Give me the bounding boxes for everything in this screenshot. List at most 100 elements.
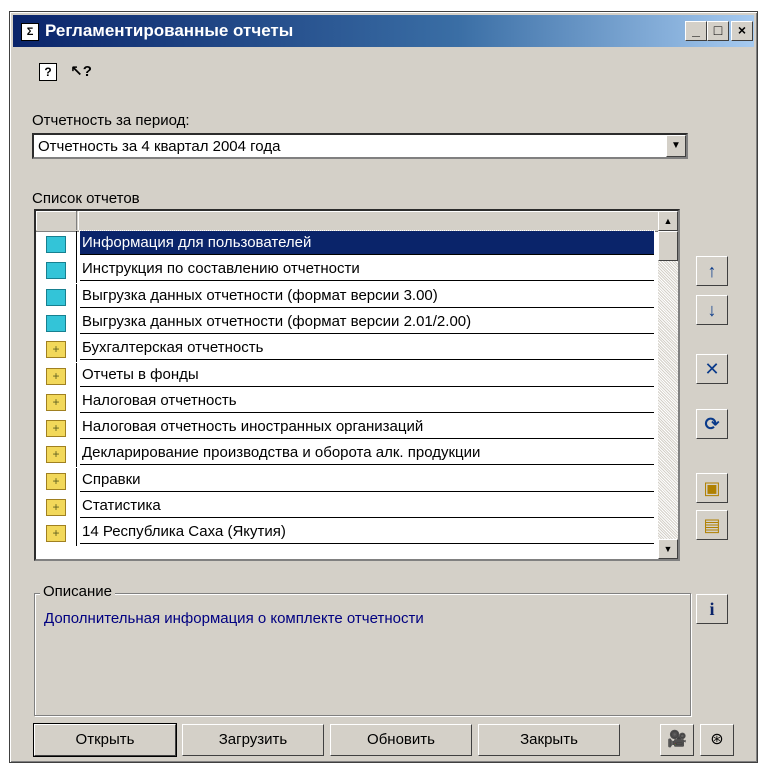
list-item[interactable]: Информация для пользователей [36, 230, 658, 257]
reports-list[interactable]: Информация для пользователей Инструкция п… [34, 209, 680, 561]
camera-icon: 🎥 [667, 731, 687, 748]
video-button[interactable]: 🎥 [660, 724, 694, 756]
list-item[interactable]: + Налоговая отчетность [36, 388, 658, 415]
color-wheel-icon: ⊛ [710, 731, 724, 748]
folder-icon [46, 314, 66, 332]
list-item[interactable]: + Статистика [36, 494, 658, 520]
list-item-label: Справки [80, 468, 654, 492]
list-item[interactable]: Выгрузка данных отчетности (формат верси… [36, 309, 658, 336]
column-divider [76, 309, 77, 336]
load-button-label: Загрузить [218, 731, 288, 748]
list-item[interactable]: +14 Республика Саха (Якутия) [36, 520, 658, 547]
list-item[interactable]: + Справки [36, 467, 658, 494]
load-button[interactable]: Загрузить [182, 724, 324, 756]
column-divider [76, 415, 77, 442]
column-divider [76, 388, 77, 415]
description-legend: Описание [40, 583, 116, 600]
move-up-button[interactable]: ↑ [696, 256, 728, 286]
list-item-label: Информация для пользователей [79, 230, 655, 256]
folder-expand-icon: + [46, 499, 66, 516]
list-item-label: Выгрузка данных отчетности (формат верси… [80, 284, 654, 308]
list-item-label: Декларирование производства и оборота ал… [80, 441, 654, 466]
folder-expand-icon: + [46, 525, 66, 543]
folder-icon [46, 288, 66, 306]
close-button-label: Закрыть [520, 731, 578, 748]
list-header [36, 211, 658, 232]
list-item[interactable]: Выгрузка данных отчетности (формат верси… [36, 283, 658, 310]
whats-this-button[interactable]: ↖? [66, 60, 96, 84]
info-icon: i [709, 599, 715, 619]
refresh-button-label: Обновить [367, 731, 435, 748]
list-item-label: Отчеты в фонды [80, 363, 654, 387]
window-title: Регламентированные отчеты [45, 21, 294, 40]
folder-icon [46, 262, 66, 280]
column-divider [76, 231, 77, 257]
import-button[interactable]: ▣ [696, 473, 728, 503]
list-item-label: Бухгалтерская отчетность [80, 336, 654, 361]
list-item[interactable]: + Налоговая отчетность иностранных органи… [36, 415, 658, 442]
title-bar[interactable]: Σ Регламентированные отчеты _ □ × [13, 15, 754, 47]
close-window-button[interactable]: × [731, 21, 753, 41]
report-icon: Σ [21, 23, 39, 41]
list-item-label: Статистика [80, 494, 654, 518]
folder-expand-icon: + [46, 472, 66, 490]
export-document-icon: ▤ [703, 515, 721, 535]
import-document-icon: ▣ [703, 478, 721, 498]
close-button[interactable]: Закрыть [478, 724, 620, 756]
folder-expand-icon: + [46, 420, 66, 438]
close-icon: × [737, 22, 747, 38]
folder-icon [46, 236, 66, 253]
help-button[interactable]: ? [36, 60, 60, 84]
delete-button[interactable]: ✕ [696, 354, 728, 384]
vertical-scrollbar[interactable]: ▲ ▼ [658, 211, 678, 559]
list-item[interactable]: Инструкция по составлению отчетности [36, 257, 658, 284]
period-select[interactable]: Отчетность за 4 квартал 2004 года ▼ [32, 133, 688, 159]
arrow-down-icon: ↓ [707, 300, 717, 320]
minimize-button[interactable]: _ [685, 21, 707, 41]
column-divider [76, 257, 77, 284]
folder-expand-icon: + [46, 393, 66, 411]
column-divider [76, 283, 77, 310]
delete-x-icon: ✕ [704, 359, 720, 379]
folder-expand-icon: + [46, 446, 66, 464]
description-text: Дополнительная информация о комплекте от… [44, 610, 424, 627]
reports-list-label: Список отчетов [32, 190, 140, 207]
move-down-button[interactable]: ↓ [696, 295, 728, 325]
header-icon-column[interactable] [36, 211, 77, 230]
list-item-label: Выгрузка данных отчетности (формат верси… [80, 310, 654, 334]
column-divider [76, 441, 77, 468]
maximize-icon: □ [713, 22, 723, 38]
maximize-button[interactable]: □ [707, 21, 729, 41]
list-item[interactable]: + Декларирование производства и оборота а… [36, 441, 658, 468]
settings-wheel-button[interactable]: ⊛ [700, 724, 734, 756]
scroll-thumb[interactable] [658, 231, 678, 261]
minimize-icon: _ [692, 22, 700, 38]
scroll-up-icon[interactable]: ▲ [658, 211, 678, 231]
list-item[interactable]: + Бухгалтерская отчетность [36, 336, 658, 363]
arrow-up-icon: ↑ [707, 261, 717, 281]
column-divider [76, 467, 77, 494]
folder-expand-icon: + [46, 341, 66, 359]
scroll-down-icon[interactable]: ▼ [658, 539, 678, 559]
list-item-label: Налоговая отчетность [80, 389, 654, 413]
info-button[interactable]: i [696, 594, 728, 624]
refresh-button[interactable]: Обновить [330, 724, 472, 756]
export-button[interactable]: ▤ [696, 510, 728, 540]
open-button[interactable]: Открыть [33, 723, 177, 757]
list-item-label: Инструкция по составлению отчетности [80, 257, 654, 282]
help-icon: ? [39, 63, 57, 81]
refresh-item-button[interactable]: ⟳ [696, 409, 728, 439]
column-divider [76, 362, 77, 389]
list-item-label: 14 Республика Саха (Якутия) [80, 520, 654, 545]
dropdown-arrow-icon[interactable]: ▼ [666, 135, 686, 157]
refresh-icon: ⟳ [704, 414, 720, 434]
column-divider [76, 494, 77, 520]
whats-this-icon: ↖? [70, 63, 92, 80]
column-divider [76, 520, 77, 547]
open-button-label: Открыть [75, 731, 135, 748]
header-name-column[interactable] [78, 211, 658, 230]
list-item[interactable]: + Отчеты в фонды [36, 362, 658, 389]
folder-expand-icon: + [46, 367, 66, 385]
column-divider [76, 336, 77, 363]
list-item-label: Налоговая отчетность иностранных организ… [80, 415, 654, 440]
